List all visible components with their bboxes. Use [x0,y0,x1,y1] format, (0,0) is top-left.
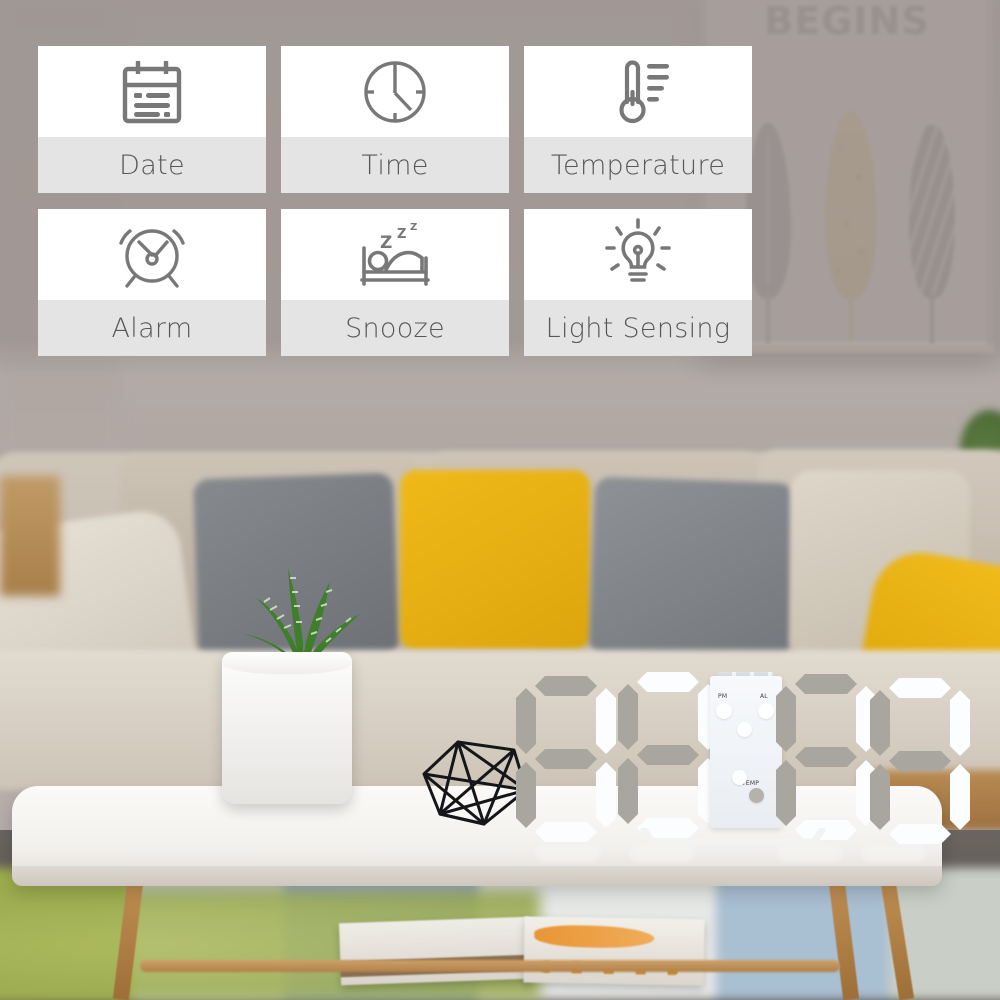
feature-card-label: Alarm [38,300,266,356]
feature-card-light-sensing[interactable]: Light Sensing [524,209,752,356]
sleeping-person-bed-icon: Z Z Z [281,209,509,300]
product-feature-image: BEGINS [0,0,1000,1000]
svg-text:Z: Z [380,233,392,253]
feature-card-alarm[interactable]: Alarm [38,209,266,356]
feature-card-label: Temperature [524,137,752,193]
feature-card-label: Light Sensing [524,300,752,356]
thermometer-icon [524,46,752,137]
feature-card-label: Date [38,137,266,193]
svg-text:Z: Z [410,222,417,233]
feature-card-time[interactable]: Time [281,46,509,193]
feature-card-label: Time [281,137,509,193]
feature-grid: Date Time Temperature Alarm Z Z Z Snooze… [38,46,752,360]
feature-card-temperature[interactable]: Temperature [524,46,752,193]
svg-text:Z: Z [397,227,406,242]
alarm-clock-icon [38,209,266,300]
feature-card-snooze[interactable]: Z Z Z Snooze [281,209,509,356]
feature-card-label: Snooze [281,300,509,356]
calendar-icon [38,46,266,137]
feature-card-date[interactable]: Date [38,46,266,193]
clock-icon [281,46,509,137]
lightbulb-icon [524,209,752,300]
